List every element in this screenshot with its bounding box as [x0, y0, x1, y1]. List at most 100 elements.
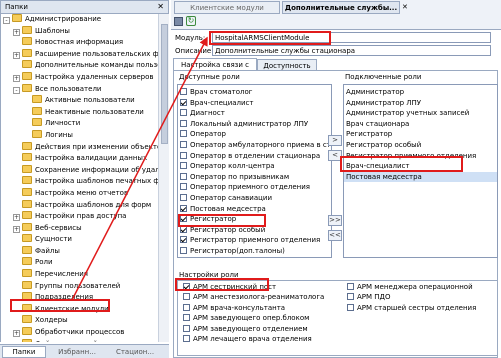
tree-item[interactable]: Активные пользователи	[1, 95, 158, 107]
tree-item[interactable]: Группы пользователей	[1, 280, 158, 293]
setting-checkbox[interactable]	[183, 334, 190, 342]
setting-item[interactable]: АРМ менеджера операционной	[345, 282, 495, 292]
tree-item[interactable]: Настройка меню отчетов	[1, 187, 158, 200]
role-checkbox[interactable]	[180, 172, 187, 180]
role-checkbox[interactable]	[180, 162, 187, 170]
available-role-item[interactable]: Оператор колл-центра	[178, 161, 331, 172]
tab-client-modules[interactable]: Клиентские модули	[174, 1, 280, 14]
role-checkbox[interactable]	[180, 88, 187, 95]
role-checkbox[interactable]	[180, 130, 187, 138]
setting-item[interactable]: АРМ ПДО	[345, 292, 495, 302]
setting-item[interactable]: АРМ анестезиолога-реаниматолога	[181, 292, 341, 302]
tree-item[interactable]: - Администрирование	[1, 14, 158, 26]
setting-item[interactable]: АРМ старшей сестры отделения	[345, 303, 495, 313]
setting-item[interactable]: АРМ заведующего опер.блоком	[181, 313, 341, 323]
setting-checkbox[interactable]	[183, 303, 190, 311]
tree-item[interactable]: Дополнительные команды пользователя	[1, 60, 158, 72]
description-field[interactable]: Дополнительные службы стационара	[212, 45, 491, 56]
role-checkbox[interactable]	[180, 258, 187, 259]
role-checkbox[interactable]	[180, 98, 187, 106]
available-role-item[interactable]: Оператор амбулаторного приема в стаци	[178, 140, 331, 151]
tree-item[interactable]: + Настройка удаленных серверов	[1, 71, 158, 84]
tree-item[interactable]: Неактивные пользователи	[1, 106, 158, 119]
setting-checkbox[interactable]	[347, 283, 354, 290]
scroll-thumb[interactable]	[161, 24, 168, 144]
available-role-item[interactable]: Локальный администратор ЛПУ	[178, 119, 331, 130]
role-checkbox[interactable]	[180, 204, 187, 212]
available-role-item[interactable]: Оператор в отделении стационара	[178, 151, 331, 162]
connected-role-item[interactable]: Регистратор особый	[344, 140, 497, 151]
connected-role-item[interactable]: Администратор	[344, 87, 497, 98]
available-role-item[interactable]: Врач-специалист	[178, 98, 331, 109]
tree-item[interactable]: Файлы лицензий	[1, 338, 158, 342]
add-role-button[interactable]: >	[328, 135, 342, 146]
tree-item[interactable]: - Все пользователи	[1, 83, 158, 96]
tree-item[interactable]: Холдеры	[1, 315, 158, 327]
tree-item[interactable]: Настройка шаблонов для форм	[1, 199, 158, 212]
tree-item[interactable]: Новостная информация	[1, 37, 158, 49]
expand-icon[interactable]: -	[13, 86, 20, 94]
connected-role-item[interactable]: Регистратор	[344, 129, 497, 140]
setting-checkbox[interactable]	[183, 293, 190, 301]
available-role-item[interactable]: Диагност	[178, 108, 331, 119]
tree-item[interactable]: Настройка валидации данных	[1, 153, 158, 165]
available-role-item[interactable]: Регистратор(доп.талоны)	[178, 246, 331, 257]
available-role-item[interactable]: Постовая медсестра	[178, 204, 331, 215]
available-role-item[interactable]: Регистратор(предв.запись)	[178, 257, 331, 259]
tree-item[interactable]: Роли	[1, 257, 158, 269]
connected-role-item[interactable]: Администратор учетных записей	[344, 108, 497, 119]
tree-item[interactable]: Сущности	[1, 234, 158, 246]
available-role-item[interactable]: Оператор по призывникам	[178, 172, 331, 183]
role-checkbox[interactable]	[180, 140, 187, 148]
setting-item[interactable]: АРМ врача-консультанта	[181, 303, 341, 313]
role-checkbox[interactable]	[180, 246, 187, 254]
setting-checkbox[interactable]	[183, 324, 190, 332]
tree-item[interactable]: Логины	[1, 129, 158, 142]
tree-item[interactable]: Перечисления	[1, 269, 158, 281]
tree-item[interactable]: + Обработчики процессов	[1, 327, 158, 339]
tree-item[interactable]: Файлы	[1, 245, 158, 258]
tree-item[interactable]: + Расширение пользовательских форм	[1, 48, 158, 61]
expand-icon[interactable]: +	[13, 225, 20, 233]
close-icon[interactable]: ✕	[157, 2, 164, 11]
tree-item[interactable]: Сохранение информации об удаленных	[1, 164, 158, 177]
tree-item[interactable]: Действия при изменении объектов	[1, 141, 158, 154]
expand-icon[interactable]: +	[13, 74, 20, 82]
tree-item[interactable]: + Настройки прав доступа	[1, 211, 158, 223]
role-checkbox[interactable]	[180, 151, 187, 159]
tab-favorites[interactable]: Избранн...	[50, 347, 104, 358]
tab-hospital[interactable]: Стацион...	[108, 347, 162, 358]
role-checkbox[interactable]	[180, 109, 187, 117]
role-checkbox[interactable]	[180, 183, 187, 191]
role-checkbox[interactable]	[180, 236, 187, 244]
tree-item[interactable]: Личности	[1, 118, 158, 130]
tab-additional-services[interactable]: Дополнительные службы...	[282, 1, 400, 14]
expand-icon[interactable]: +	[13, 28, 20, 36]
tree-item[interactable]: + Шаблоны	[1, 25, 158, 38]
setting-checkbox[interactable]	[347, 293, 354, 301]
setting-checkbox[interactable]	[347, 303, 354, 311]
role-checkbox[interactable]	[180, 119, 187, 127]
expand-icon[interactable]: +	[13, 330, 20, 338]
available-role-item[interactable]: Оператор санавиации	[178, 193, 331, 204]
refresh-icon[interactable]: ↻	[186, 16, 196, 26]
setting-checkbox[interactable]	[183, 314, 190, 322]
connected-role-item[interactable]: Постовая медсестра	[344, 171, 497, 183]
setting-item[interactable]: АРМ лечащего врача отделения	[181, 334, 341, 344]
tree-item[interactable]: Настройка шаблонов печатных форм	[1, 176, 158, 188]
connected-role-item[interactable]: Врач стационара	[344, 119, 497, 130]
connected-role-item[interactable]: Администратор ЛПУ	[344, 98, 497, 109]
remove-all-button[interactable]: <<	[328, 230, 342, 241]
tab-folders[interactable]: Папки	[2, 346, 46, 358]
tree-scrollbar[interactable]	[158, 14, 169, 342]
available-role-item[interactable]: Врач стоматолог	[178, 87, 331, 98]
expand-icon[interactable]: -	[3, 17, 10, 24]
save-icon[interactable]	[174, 17, 183, 26]
available-role-item[interactable]: Оператор	[178, 129, 331, 140]
add-all-button[interactable]: >>	[328, 215, 342, 226]
setting-item[interactable]: АРМ заведующего отделением	[181, 324, 341, 334]
expand-icon[interactable]: +	[13, 214, 20, 222]
available-role-item[interactable]: Регистратор приемного отделения	[178, 235, 331, 246]
expand-icon[interactable]: +	[13, 51, 20, 59]
available-role-item[interactable]: Оператор приемного отделения	[178, 182, 331, 193]
